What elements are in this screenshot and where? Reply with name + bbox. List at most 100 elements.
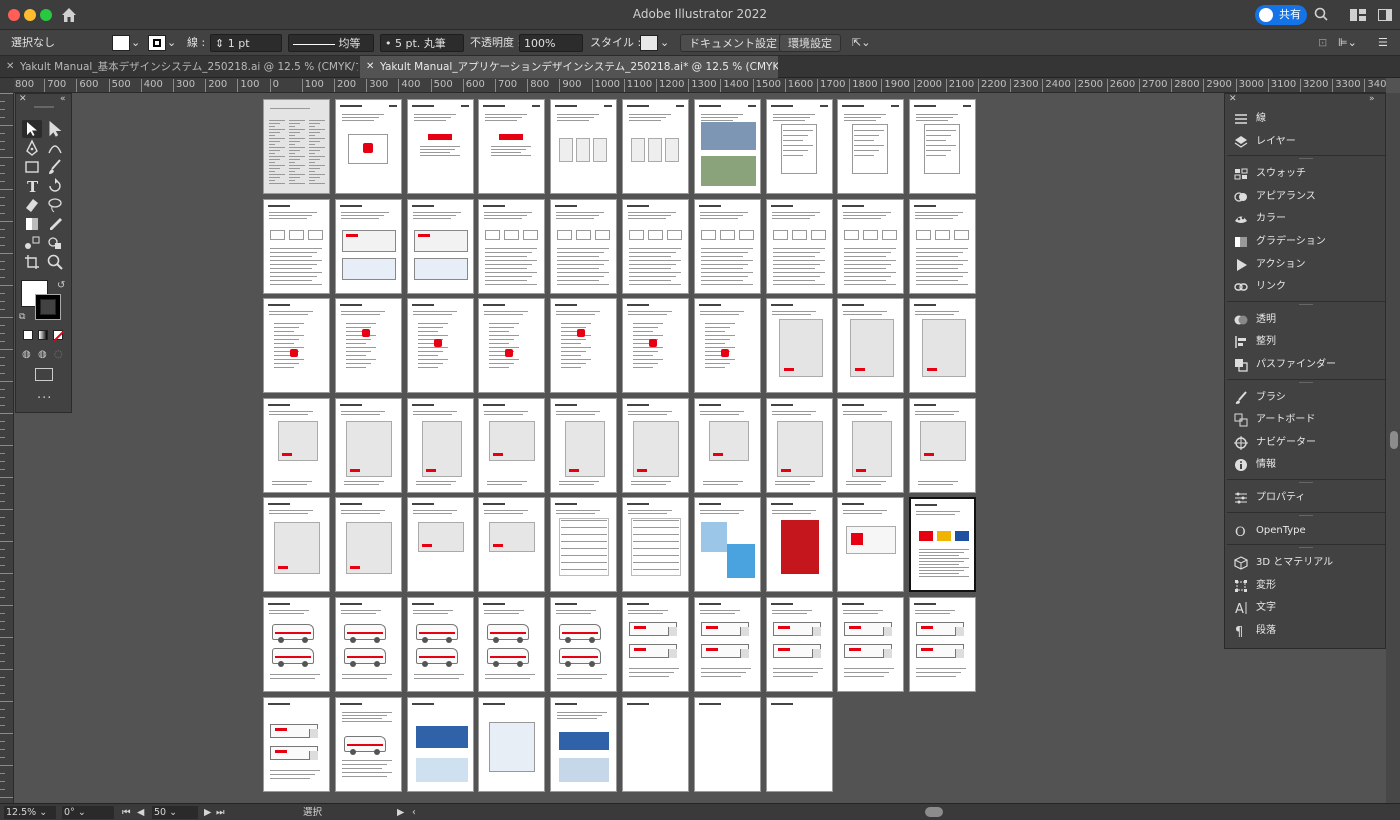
artboard-thumbnail[interactable] [909, 298, 977, 394]
panel-color[interactable]: カラー [1225, 208, 1387, 230]
previous-artboard-button[interactable]: ◀ [137, 806, 144, 819]
zoom-tool[interactable] [45, 253, 65, 271]
artboard-thumbnail[interactable] [550, 696, 618, 792]
panel-grip[interactable] [1299, 303, 1313, 305]
artboard-thumbnail[interactable] [622, 597, 689, 692]
artboard-thumbnail[interactable] [693, 397, 761, 493]
paintbrush-tool[interactable] [45, 158, 65, 176]
panel-links[interactable]: リンク [1225, 276, 1387, 298]
panel-transparency[interactable]: 透明 [1225, 309, 1387, 331]
artboard-thumbnail[interactable] [837, 198, 905, 294]
artboard-thumbnail[interactable] [622, 497, 689, 593]
panel-grip[interactable] [34, 106, 54, 108]
rotation-field[interactable]: 0° ⌄ [62, 806, 114, 819]
artboard-thumbnail[interactable] [693, 696, 761, 792]
collapse-panel-icon[interactable]: « [60, 94, 66, 104]
draw-normal-icon[interactable]: ◍ [22, 349, 31, 360]
artboard-thumbnail[interactable] [837, 497, 905, 593]
rotate-tool[interactable] [45, 177, 65, 195]
artboard-thumbnail[interactable] [406, 497, 474, 593]
panel-transform[interactable]: 変形 [1225, 575, 1387, 597]
panel-grip[interactable] [1299, 514, 1313, 516]
close-tab-icon[interactable]: ✕ [6, 56, 14, 78]
artboard-thumbnail[interactable] [263, 497, 330, 593]
artboard-thumbnail[interactable] [478, 99, 546, 194]
panel-pathfinder[interactable]: パスファインダー [1225, 354, 1387, 376]
stroke-color-box[interactable] [35, 294, 61, 320]
document-setup-button[interactable]: ドキュメント設定 [680, 34, 786, 52]
artboard-thumbnail[interactable] [478, 298, 546, 394]
artboard-thumbnail[interactable] [693, 298, 761, 394]
panel-opentype[interactable]: O OpenType [1225, 520, 1387, 542]
opacity-field[interactable]: 100% [519, 34, 583, 52]
vertical-ruler[interactable] [0, 93, 14, 803]
artboard-thumbnail[interactable] [693, 99, 761, 194]
direct-selection-tool[interactable] [45, 120, 65, 138]
artboard-thumbnail[interactable] [693, 597, 761, 692]
shape-builder-tool[interactable] [45, 234, 65, 252]
last-artboard-button[interactable]: ⏭ [216, 806, 225, 819]
artboard-thumbnail[interactable] [406, 298, 474, 394]
panel-gradient[interactable]: グラデーション [1225, 231, 1387, 253]
artboard-thumbnail[interactable] [693, 198, 761, 294]
artboard-thumbnail[interactable] [765, 99, 833, 194]
pen-tool[interactable] [22, 139, 42, 157]
close-dock-icon[interactable]: ✕ [1229, 94, 1237, 104]
eraser-tool[interactable] [22, 196, 42, 214]
stroke-weight-stepper-icon[interactable]: ⇕ [215, 37, 224, 50]
artboard-thumbnail[interactable] [263, 696, 330, 792]
artboard-thumbnail[interactable] [765, 597, 833, 692]
workspace-icon[interactable] [1350, 9, 1366, 21]
expand-dock-icon[interactable]: » [1369, 94, 1375, 104]
type-tool[interactable]: T [22, 177, 42, 195]
artboard-thumbnail[interactable] [334, 99, 402, 194]
gradient-tool[interactable] [22, 215, 42, 233]
artboard-thumbnail[interactable] [622, 397, 689, 493]
artboard-thumbnail[interactable] [837, 597, 905, 692]
panel-actions[interactable]: アクション [1225, 254, 1387, 276]
align-control-icon[interactable]: ⊫⌄ [1338, 34, 1357, 52]
artboard-thumbnail[interactable] [909, 497, 977, 593]
artboard-thumbnail[interactable] [909, 99, 977, 194]
panel-grip[interactable] [1299, 547, 1313, 549]
artboard-thumbnail[interactable] [909, 397, 977, 493]
curvature-tool[interactable] [45, 139, 65, 157]
artboard-thumbnail[interactable] [765, 497, 833, 593]
artboard-tool[interactable] [22, 253, 42, 271]
tab-basic-design-system[interactable]: ✕ Yakult Manual_基本デザインシステム_250218.ai @ 12… [0, 56, 358, 78]
artboard-thumbnail[interactable] [478, 497, 546, 593]
artboard-thumbnail[interactable] [263, 597, 330, 692]
artboard-thumbnail[interactable] [550, 397, 618, 493]
stroke-swatch[interactable] [148, 35, 166, 51]
panel-info[interactable]: 情報 [1225, 454, 1387, 476]
stroke-weight-field[interactable]: ⇕ 1 pt [210, 34, 282, 52]
horizontal-ruler[interactable]: 800 700 600 500 400 300 200 100 0 100 200 300 400 500… [14, 78, 1386, 93]
artboard-thumbnail[interactable] [837, 298, 905, 394]
artboard-thumbnail[interactable] [622, 99, 689, 194]
artboard-thumbnail[interactable] [550, 597, 618, 692]
first-artboard-button[interactable]: ⏮ [122, 806, 131, 819]
close-panel-icon[interactable]: ✕ [19, 94, 27, 104]
close-tab-icon[interactable]: ✕ [366, 56, 374, 78]
search-icon[interactable] [1314, 7, 1328, 21]
artboard-thumbnail[interactable] [263, 99, 330, 194]
artboard-thumbnail[interactable] [550, 298, 618, 394]
panel-grip[interactable] [1299, 381, 1313, 383]
status-menu-icon[interactable]: ▶ [397, 806, 404, 819]
panel-grip[interactable] [1299, 158, 1313, 160]
panel-toggle-icon[interactable] [1378, 9, 1392, 21]
panel-stroke[interactable]: 線 [1225, 108, 1387, 130]
eyedropper-tool[interactable] [45, 215, 65, 233]
preferences-button[interactable]: 環境設定 [779, 34, 841, 52]
panel-navigator[interactable]: ナビゲーター [1225, 432, 1387, 454]
stroke-profile-select[interactable]: 均等 [288, 34, 374, 52]
ruler-origin[interactable] [0, 78, 14, 93]
artboard-thumbnail[interactable] [909, 198, 977, 294]
artboard-thumbnail[interactable] [837, 397, 905, 493]
artboard-thumbnail[interactable] [478, 696, 546, 792]
none-mode-icon[interactable] [53, 330, 65, 342]
artboard-thumbnail[interactable] [765, 298, 833, 394]
artboard-thumbnail[interactable] [765, 397, 833, 493]
artboard-thumbnail[interactable] [622, 298, 689, 394]
artboard-thumbnail[interactable] [263, 397, 330, 493]
